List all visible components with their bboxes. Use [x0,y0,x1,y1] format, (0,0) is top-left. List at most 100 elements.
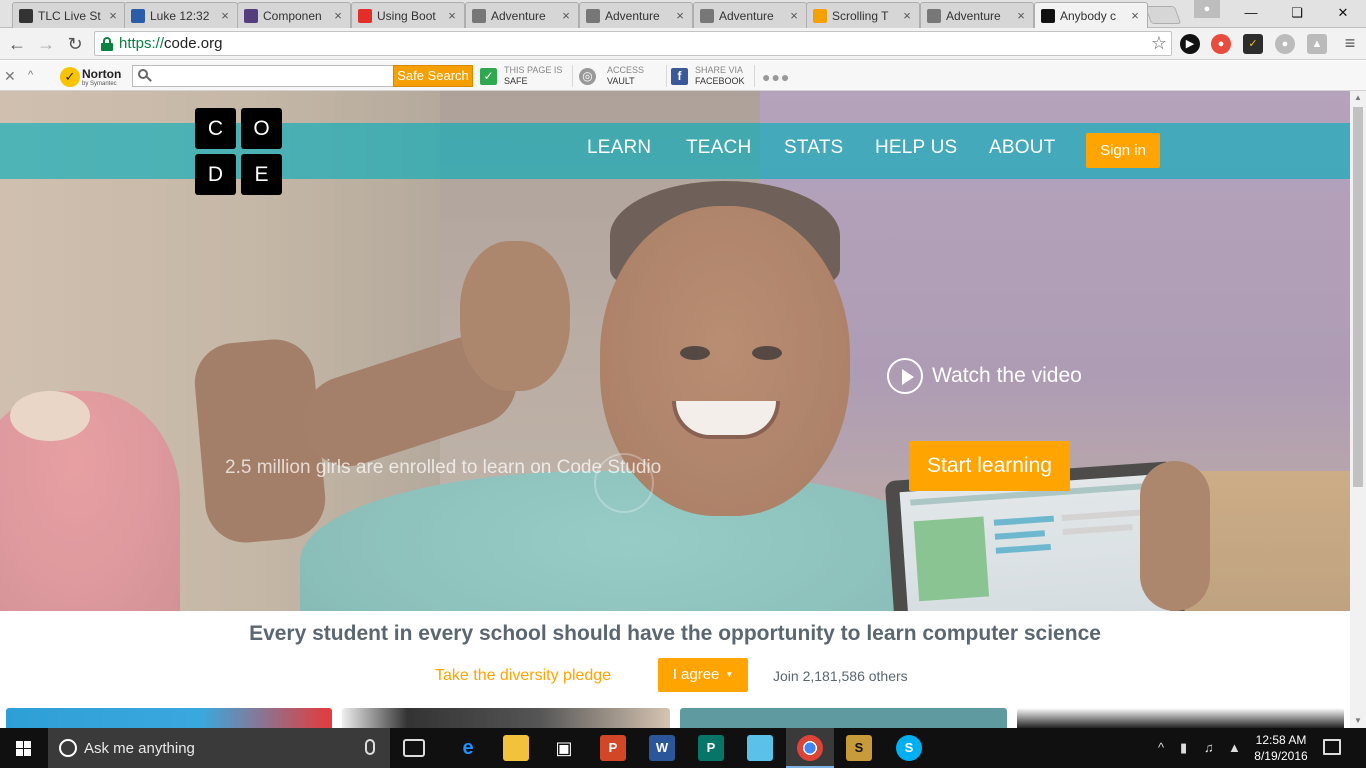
youtube-icon [358,8,372,23]
forward-icon[interactable]: → [34,32,58,56]
tab-close-icon[interactable]: × [107,8,119,23]
more-options-icon[interactable]: ●●● [762,69,790,85]
share-facebook-button[interactable]: SHARE VIA FACEBOOK [695,65,745,89]
tab-close-icon[interactable]: × [332,8,344,23]
store-icon[interactable]: ▣ [551,735,577,761]
maximize-icon[interactable]: ❏ [1274,0,1320,26]
address-bar[interactable]: https://code.org ☆ [94,31,1172,56]
nav-help-us[interactable]: HELP US [875,137,957,159]
nav-stats[interactable]: STATS [784,137,843,159]
scroll-up-icon[interactable]: ▲ [1350,91,1366,105]
word-icon[interactable]: W [649,735,675,761]
back-icon[interactable]: ← [5,32,29,56]
chrome-menu-icon[interactable]: ≡ [1340,33,1360,55]
watch-video-link[interactable]: Watch the video [887,358,1082,394]
tab-close-icon[interactable]: × [446,8,458,23]
feature-card[interactable] [6,708,332,728]
browser-tab[interactable]: Adventure × [579,2,693,28]
page-safe-status[interactable]: THIS PAGE IS SAFE [504,65,562,89]
play-icon [887,358,923,394]
feature-card[interactable] [342,708,670,728]
checkmark-extension-icon[interactable]: ✓ [1243,34,1263,54]
grey-extension-icon[interactable]: ● [1275,34,1295,54]
diversity-pledge-link[interactable]: Take the diversity pledge [435,667,611,685]
safe-search-button[interactable]: Safe Search [393,65,473,87]
play-extension-icon[interactable]: ▶ [1180,34,1200,54]
page-scrollbar[interactable]: ▲ ▼ [1350,91,1366,728]
task-view-icon[interactable] [403,739,425,757]
file-explorer-icon[interactable] [503,735,529,761]
browser-tab[interactable]: Scrolling T × [806,2,920,28]
scroll-thumb[interactable] [1353,107,1363,487]
reload-icon[interactable]: ↻ [63,32,87,56]
browser-tab[interactable]: Anybody c × [1034,2,1148,28]
browser-tab[interactable]: Adventure × [693,2,807,28]
browser-tab[interactable]: Luke 12:32 × [124,2,238,28]
bookmark-star-icon[interactable]: ☆ [1151,33,1167,54]
norton-search-input[interactable] [132,65,394,87]
windows-taskbar: Ask me anything e ▣ P W P S S ^ ▮ ♫ ▲ 12… [0,728,1366,768]
document-icon [586,8,600,23]
powerpoint-icon[interactable]: P [600,735,626,761]
nav-learn[interactable]: LEARN [587,137,651,159]
feature-card[interactable] [680,708,1007,728]
profile-icon[interactable]: ● [1194,0,1220,18]
sign-in-button[interactable]: Sign in [1086,133,1160,168]
notes-app-icon[interactable] [747,735,773,761]
drive-extension-icon[interactable]: ▲ [1307,34,1327,54]
action-center-icon[interactable] [1323,739,1341,755]
clock-time: 12:58 AM [1255,733,1307,747]
tab-close-icon[interactable]: × [219,8,231,23]
sublime-icon[interactable]: S [846,735,872,761]
logo-letter: D [195,154,236,195]
tab-close-icon[interactable]: × [674,8,686,23]
tab-close-icon[interactable]: × [1129,8,1141,23]
tab-title: Adventure [946,8,1001,23]
battery-icon[interactable]: ▮ [1180,740,1187,756]
norton-brand: Norton [82,66,122,81]
browser-tab[interactable]: Using Boot × [351,2,465,28]
new-tab-button[interactable] [1144,6,1182,24]
window-close-icon[interactable]: ✕ [1320,0,1366,26]
minimize-icon[interactable]: — [1228,0,1274,26]
wifi-icon[interactable]: ▲ [1228,740,1241,755]
clock-date: 8/19/2016 [1254,749,1308,763]
start-learning-button[interactable]: Start learning [909,441,1070,491]
tab-close-icon[interactable]: × [560,8,572,23]
chrome-icon[interactable] [797,735,823,761]
system-clock[interactable]: 12:58 AM 8/19/2016 [1246,732,1316,764]
vault-icon: ◎ [579,68,596,85]
browser-tab[interactable]: Adventure × [920,2,1034,28]
nav-about[interactable]: ABOUT [989,137,1055,159]
cortana-search-box[interactable]: Ask me anything [48,728,390,768]
tab-title: Anybody c [1060,8,1117,23]
microphone-icon[interactable] [365,739,375,755]
toolbar-collapse-icon[interactable]: ^ [28,69,33,81]
browser-tab[interactable]: Adventure × [465,2,579,28]
browser-tab[interactable]: Componen × [237,2,351,28]
colorful-extension-icon[interactable]: ● [1211,34,1231,54]
i-agree-button[interactable]: I agree ▼ [658,658,748,692]
code-logo[interactable]: C O D E [195,108,283,196]
feature-card[interactable] [1017,708,1344,728]
edge-icon[interactable]: e [455,735,481,761]
tab-close-icon[interactable]: × [788,8,800,23]
tab-title: Using Boot [377,8,436,23]
url-text[interactable]: https://code.org [119,35,222,52]
nav-teach[interactable]: TEACH [686,137,751,159]
tab-close-icon[interactable]: × [901,8,913,23]
skype-icon[interactable]: S [896,735,922,761]
norton-logo[interactable]: ✓ Norton by Symantec [60,66,121,88]
tray-expand-icon[interactable]: ^ [1158,740,1164,755]
tab-close-icon[interactable]: × [1015,8,1027,23]
browser-tab[interactable]: TLC Live St × [12,2,126,28]
pledge-row: Take the diversity pledge I agree ▼ Join … [0,658,1350,694]
tab-title: Luke 12:32 [150,8,210,23]
scroll-down-icon[interactable]: ▼ [1350,714,1366,728]
toolbar-close-icon[interactable]: ✕ [4,68,16,85]
access-vault-button[interactable]: ACCESS VAULT [607,65,644,89]
volume-icon[interactable]: ♫ [1204,740,1214,755]
start-button[interactable] [0,728,48,768]
publisher-icon[interactable]: P [698,735,724,761]
document-icon [700,8,714,23]
